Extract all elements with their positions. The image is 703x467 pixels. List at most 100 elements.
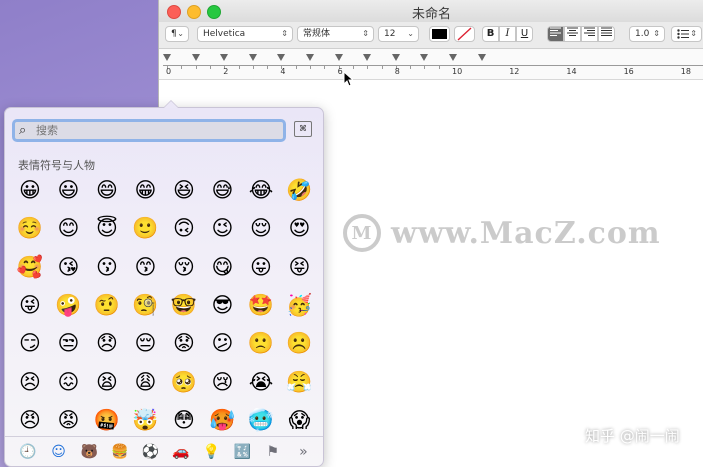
tab-stop-marker[interactable] [363,54,372,61]
emoji-cell[interactable]: 🥺 [169,367,199,397]
italic-button[interactable]: I [499,26,516,42]
emoji-cell[interactable]: 😂 [246,175,276,205]
emoji-cell[interactable]: 🤩 [246,290,276,320]
chevron-down-icon: ⌄ [407,29,414,38]
emoji-cell[interactable]: 😔 [131,328,161,358]
emoji-cell[interactable]: 😌 [246,213,276,243]
background-color-well[interactable] [454,26,475,42]
emoji-cell[interactable]: 😣 [15,367,45,397]
emoji-cell[interactable]: 🤬 [92,405,122,435]
tab-stop-marker[interactable] [277,54,286,61]
emoji-cell[interactable]: 🥶 [246,405,276,435]
clock-icon[interactable]: 🕘 [18,442,38,462]
ruler[interactable]: 0 2 4 6 8 10 12 14 16 18 [159,49,703,80]
emoji-cell[interactable]: 😖 [54,367,84,397]
flag-icon[interactable]: ⚑ [263,442,283,462]
emoji-cell[interactable]: 😊 [54,213,84,243]
emoji-cell[interactable]: 😱 [285,405,315,435]
emoji-cell[interactable]: 😟 [169,328,199,358]
justify-button[interactable] [598,26,615,42]
font-style-popup[interactable]: 常规体 ⇕ [297,26,374,42]
chevron-down-icon: ⌄ [177,29,184,38]
tab-stop-marker[interactable] [306,54,314,61]
emoji-cell[interactable]: 😙 [131,252,161,282]
font-size-combo[interactable]: 12 ⌄ [378,26,419,42]
car-icon[interactable]: 🚗 [171,442,191,462]
emoji-cell[interactable]: 😏 [15,328,45,358]
emoji-cell[interactable]: 🤓 [169,290,199,320]
line-spacing-popup[interactable]: 1.0 ⇕ [629,26,665,42]
bear-icon[interactable]: 🐻 [79,442,99,462]
emoji-cell[interactable]: 😎 [208,290,238,320]
align-right-button[interactable] [581,26,598,42]
emoji-cell[interactable]: 😃 [54,175,84,205]
emoji-cell[interactable]: 😀 [15,175,45,205]
emoji-cell[interactable]: 😆 [169,175,199,205]
emoji-cell[interactable]: 😕 [208,328,238,358]
emoji-cell[interactable]: 🙃 [169,213,199,243]
emoji-cell[interactable]: 😘 [54,252,84,282]
emoji-cell[interactable]: 😉 [208,213,238,243]
emoji-cell[interactable]: 😄 [92,175,122,205]
emoji-cell[interactable]: 😁 [131,175,161,205]
emoji-cell[interactable]: 😚 [169,252,199,282]
symbols-icon[interactable]: 🔣 [232,442,252,462]
tab-stop-marker[interactable] [449,54,457,61]
font-family-popup[interactable]: Helvetica ⇕ [197,26,293,42]
tab-stop-marker[interactable] [334,54,343,61]
emoji-cell[interactable]: 🤪 [54,290,84,320]
emoji-cell[interactable]: 😳 [169,405,199,435]
emoji-cell[interactable]: 🥰 [15,252,45,282]
align-left-button[interactable] [547,26,564,42]
emoji-cell[interactable]: 😤 [285,367,315,397]
bold-button[interactable]: B [482,26,499,42]
smiley-icon[interactable]: ☺ [49,442,69,462]
emoji-cell[interactable]: 😗 [92,252,122,282]
align-left-icon [550,27,561,36]
emoji-cell[interactable]: 😍 [285,213,315,243]
emoji-cell[interactable]: 🤯 [131,405,161,435]
paragraph-style-popup[interactable]: ¶ ⌄ [165,26,189,42]
tab-stop-marker[interactable] [420,54,429,61]
emoji-cell[interactable]: 😠 [15,405,45,435]
emoji-cell[interactable]: 🥵 [208,405,238,435]
emoji-cell[interactable]: 🧐 [131,290,161,320]
tab-stop-marker[interactable] [248,54,257,61]
emoji-cell[interactable]: 😞 [92,328,122,358]
more-icon[interactable]: » [293,442,313,462]
emoji-cell[interactable]: 😇 [92,213,122,243]
emoji-cell[interactable]: 🙁 [246,328,276,358]
search-field[interactable]: ⌕ [12,119,286,142]
emoji-cell[interactable]: 🤣 [285,175,315,205]
emoji-cell[interactable]: 😩 [131,367,161,397]
list-bullets-popup[interactable]: ⇕ [671,26,702,42]
emoji-cell[interactable]: ☹️ [285,328,315,358]
emoji-cell[interactable]: 😛 [246,252,276,282]
emoji-cell[interactable]: 😒 [54,328,84,358]
emoji-cell[interactable]: 😋 [208,252,238,282]
emoji-cell[interactable]: 🥳 [285,290,315,320]
tab-stop-marker[interactable] [220,54,229,61]
emoji-cell[interactable]: ☺️ [15,213,45,243]
emoji-cell[interactable]: 😫 [92,367,122,397]
emoji-cell[interactable]: 😜 [15,290,45,320]
emoji-cell[interactable]: 😢 [208,367,238,397]
tab-stop-marker[interactable] [391,54,400,61]
character-viewer-button[interactable]: ⌘ [294,121,312,137]
align-center-button[interactable] [564,26,581,42]
emoji-cell[interactable]: 🙂 [131,213,161,243]
search-input[interactable] [36,123,276,138]
tab-stop-marker[interactable] [163,54,171,61]
food-icon[interactable]: 🍔 [110,442,130,462]
tab-stop-marker[interactable] [477,54,486,61]
emoji-cell[interactable]: 🤨 [92,290,122,320]
tab-stop-marker[interactable] [191,54,200,61]
ball-icon[interactable]: ⚽ [140,442,160,462]
emoji-cell[interactable]: 😅 [208,175,238,205]
bulb-icon[interactable]: 💡 [202,442,222,462]
emoji-cell[interactable]: 😡 [54,405,84,435]
text-color-well[interactable] [429,26,450,42]
emoji-cell[interactable]: 😭 [246,367,276,397]
emoji-cell[interactable]: 😝 [285,252,315,282]
underline-button[interactable]: U [516,26,533,42]
